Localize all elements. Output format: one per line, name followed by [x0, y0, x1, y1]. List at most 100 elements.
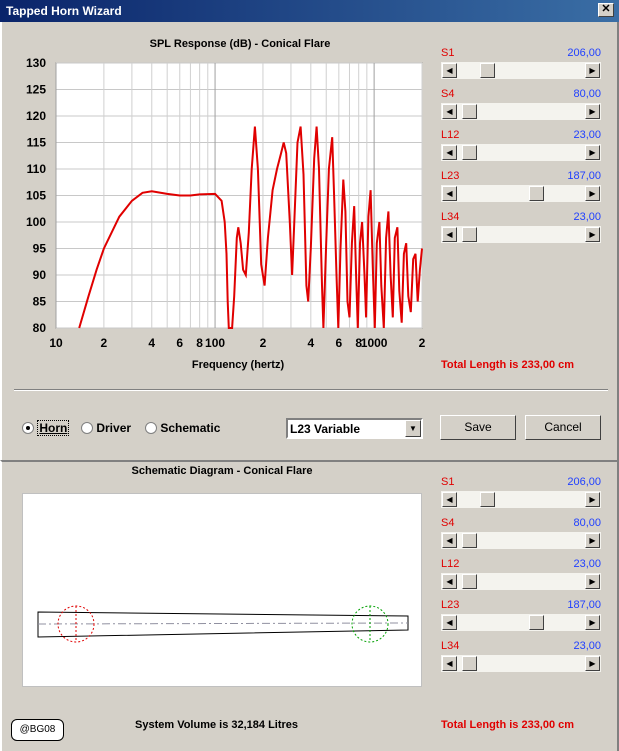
arrow-left-icon[interactable]: ◀ — [442, 186, 457, 201]
slider-label: S4 — [441, 517, 455, 529]
schematic-drawing — [37, 605, 409, 643]
system-volume: System Volume is 32,184 Litres — [135, 719, 299, 731]
slider-track[interactable]: ◀ ▶ — [441, 144, 601, 161]
slider-thumb[interactable] — [529, 186, 545, 201]
slider-label: L12 — [441, 558, 460, 570]
y-tick-label: 90 — [33, 268, 47, 282]
radio-horn[interactable]: Horn — [22, 420, 70, 436]
slider-thumb[interactable] — [461, 145, 477, 160]
slider-l23: L23 187,00 ◀ ▶ — [441, 599, 601, 631]
slider-track[interactable]: ◀ ▶ — [441, 655, 601, 672]
slider-value: 206,00 — [567, 476, 601, 488]
slider-value: 187,00 — [567, 599, 601, 611]
slider-l34: L34 23,00 ◀ ▶ — [441, 640, 601, 672]
slider-track[interactable]: ◀ ▶ — [441, 226, 601, 243]
y-tick-label: 120 — [26, 109, 46, 123]
arrow-left-icon[interactable]: ◀ — [442, 574, 457, 589]
close-icon[interactable]: ✕ — [598, 3, 614, 17]
radio-schematic[interactable]: Schematic — [145, 421, 220, 435]
x-tick-label: 6 — [335, 336, 342, 350]
x-tick-label: 2 — [419, 336, 426, 350]
slider-value: 206,00 — [567, 47, 601, 59]
chevron-down-icon[interactable]: ▼ — [405, 420, 421, 437]
arrow-right-icon[interactable]: ▶ — [585, 145, 600, 160]
y-tick-label: 130 — [26, 56, 46, 70]
logo: @BG08 — [11, 719, 64, 741]
slider-l12: L12 23,00 ◀ ▶ — [441, 558, 601, 590]
arrow-left-icon[interactable]: ◀ — [442, 533, 457, 548]
y-tick-label: 110 — [27, 162, 47, 176]
window-title: Tapped Horn Wizard — [6, 4, 122, 18]
slider-label: L23 — [441, 599, 460, 611]
arrow-left-icon[interactable]: ◀ — [442, 104, 457, 119]
arrow-right-icon[interactable]: ▶ — [585, 63, 600, 78]
spl-chart-title: SPL Response (dB) - Conical Flare — [149, 38, 331, 50]
slider-thumb[interactable] — [529, 615, 545, 630]
slider-label: L34 — [441, 211, 460, 223]
radio-driver-dot[interactable] — [81, 422, 93, 434]
slider-track[interactable]: ◀ ▶ — [441, 103, 601, 120]
slider-track[interactable]: ◀ ▶ — [441, 532, 601, 549]
variable-select[interactable]: L23 Variable ▼ — [286, 418, 423, 439]
x-tick-label: 4 — [148, 336, 155, 350]
arrow-left-icon[interactable]: ◀ — [442, 656, 457, 671]
cancel-button[interactable]: Cancel — [525, 415, 601, 440]
arrow-right-icon[interactable]: ▶ — [585, 574, 600, 589]
radio-driver[interactable]: Driver — [81, 421, 131, 435]
slider-s4: S4 80,00 ◀ ▶ — [441, 88, 601, 120]
arrow-right-icon[interactable]: ▶ — [585, 227, 600, 242]
slider-value: 23,00 — [573, 211, 601, 223]
arrow-left-icon[interactable]: ◀ — [442, 492, 457, 507]
radio-schematic-dot[interactable] — [145, 422, 157, 434]
slider-thumb[interactable] — [480, 492, 496, 507]
arrow-right-icon[interactable]: ▶ — [585, 186, 600, 201]
arrow-left-icon[interactable]: ◀ — [442, 227, 457, 242]
arrow-right-icon[interactable]: ▶ — [585, 492, 600, 507]
arrow-left-icon[interactable]: ◀ — [442, 145, 457, 160]
x-tick-label: 8 — [196, 336, 203, 350]
y-tick-label: 105 — [26, 189, 46, 203]
slider-l34: L34 23,00 ◀ ▶ — [441, 211, 601, 243]
arrow-right-icon[interactable]: ▶ — [585, 533, 600, 548]
slider-s1: S1 206,00 ◀ ▶ — [441, 47, 601, 79]
slider-head: L34 23,00 — [441, 211, 601, 225]
slider-track[interactable]: ◀ ▶ — [441, 491, 601, 508]
slider-head: S1 206,00 — [441, 47, 601, 61]
slider-l12: L12 23,00 ◀ ▶ — [441, 129, 601, 161]
slider-thumb[interactable] — [461, 104, 477, 119]
slider-thumb[interactable] — [480, 63, 496, 78]
slider-thumb[interactable] — [461, 227, 477, 242]
slider-track[interactable]: ◀ ▶ — [441, 62, 601, 79]
arrow-right-icon[interactable]: ▶ — [585, 615, 600, 630]
y-axis-ticks: 130 125 120 115 110 105 100 95 90 85 80 — [26, 56, 46, 335]
slider-label: S1 — [441, 476, 455, 488]
slider-l23: L23 187,00 ◀ ▶ — [441, 170, 601, 202]
slider-track[interactable]: ◀ ▶ — [441, 185, 601, 202]
slider-track[interactable]: ◀ ▶ — [441, 573, 601, 590]
radio-schematic-label: Schematic — [160, 421, 221, 435]
separator — [14, 389, 608, 391]
slider-head: S1 206,00 — [441, 476, 601, 490]
slider-thumb[interactable] — [461, 574, 477, 589]
slider-head: S4 80,00 — [441, 517, 601, 531]
slider-s4: S4 80,00 ◀ ▶ — [441, 517, 601, 549]
arrow-right-icon[interactable]: ▶ — [585, 656, 600, 671]
arrow-right-icon[interactable]: ▶ — [585, 104, 600, 119]
arrow-left-icon[interactable]: ◀ — [442, 615, 457, 630]
slider-head: L23 187,00 — [441, 170, 601, 184]
total-length-top: Total Length is 233,00 cm — [441, 359, 575, 371]
arrow-left-icon[interactable]: ◀ — [442, 63, 457, 78]
radio-horn-dot[interactable] — [22, 422, 34, 434]
radio-horn-label: Horn — [37, 420, 70, 436]
slider-head: L23 187,00 — [441, 599, 601, 613]
spl-chart: 13012512011511010510095908580 10 2 4 6 8 100 2… — [26, 56, 426, 350]
save-button[interactable]: Save — [440, 415, 516, 440]
schematic-title: Schematic Diagram - Conical Flare — [131, 465, 313, 477]
slider-thumb[interactable] — [461, 656, 477, 671]
slider-s1: S1 206,00 ◀ ▶ — [441, 476, 601, 508]
y-tick-label: 85 — [33, 295, 47, 309]
slider-track[interactable]: ◀ ▶ — [441, 614, 601, 631]
slider-thumb[interactable] — [461, 533, 477, 548]
slider-value: 23,00 — [573, 129, 601, 141]
window-titlebar: Tapped Horn Wizard ✕ — [0, 0, 619, 22]
